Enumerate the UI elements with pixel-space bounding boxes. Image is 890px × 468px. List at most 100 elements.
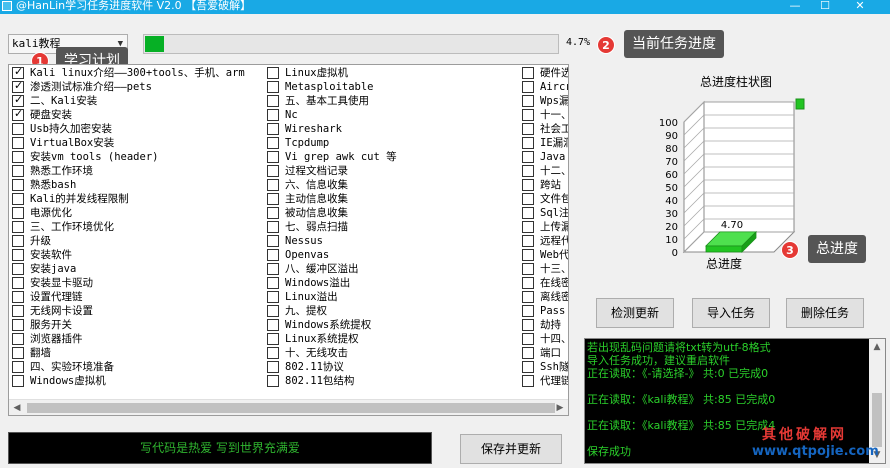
task-checkbox[interactable] [12,263,24,275]
task-checkbox[interactable] [267,375,279,387]
task-checkbox[interactable] [522,95,534,107]
task-checkbox[interactable] [12,123,24,135]
task-checkbox[interactable] [267,207,279,219]
task-checkbox[interactable] [522,347,534,359]
task-checkbox[interactable] [12,291,24,303]
task-checkbox[interactable] [12,347,24,359]
task-checkbox[interactable] [522,333,534,345]
task-checkbox[interactable] [12,93,24,107]
chart-data-label: 4.70 [721,220,743,231]
task-checkbox[interactable] [267,123,279,135]
task-checkbox[interactable] [522,375,534,387]
task-checkbox[interactable] [12,277,24,289]
task-checkbox[interactable] [12,235,24,247]
chart-y-tick-label: 0 [672,248,678,259]
task-checkbox[interactable] [12,207,24,219]
task-label: 安装软件 [30,249,72,261]
minimize-button[interactable]: — [780,0,810,14]
horizontal-scrollbar[interactable]: ◀ ▶ [9,399,568,415]
task-checkbox[interactable] [267,235,279,247]
task-checkbox[interactable] [267,221,279,233]
task-checkbox[interactable] [267,319,279,331]
task-checkbox[interactable] [267,277,279,289]
scroll-right-icon[interactable]: ▶ [552,400,568,415]
task-checkbox[interactable] [522,151,534,163]
task-checkbox[interactable] [522,207,534,219]
task-checkbox[interactable] [522,67,534,79]
task-label: Metasploitable [285,81,374,93]
task-checkbox[interactable] [522,165,534,177]
task-checkbox[interactable] [522,263,534,275]
task-checkbox[interactable] [267,193,279,205]
task-checkbox[interactable] [267,137,279,149]
task-checkbox[interactable] [267,95,279,107]
task-checkbox[interactable] [12,333,24,345]
task-checkbox[interactable] [522,109,534,121]
task-checkbox[interactable] [12,319,24,331]
task-progress-bar [143,34,559,54]
task-checkbox[interactable] [522,291,534,303]
save-refresh-button[interactable]: 保存并更新 [460,434,562,464]
task-checkbox[interactable] [267,81,279,93]
close-button[interactable]: ✕ [845,0,875,14]
task-checkbox[interactable] [267,291,279,303]
callout-2-number: 2 [597,36,615,54]
task-checkbox[interactable] [522,137,534,149]
task-checkbox[interactable] [12,221,24,233]
chart-y-tick-label: 80 [665,144,678,155]
task-checkbox[interactable] [267,333,279,345]
import-tasks-button[interactable]: 导入任务 [692,298,770,328]
task-checkbox[interactable] [522,235,534,247]
task-checkbox[interactable] [522,319,534,331]
task-checkbox[interactable] [267,67,279,79]
task-checkbox[interactable] [12,361,24,373]
log-line: 若出现乱码问题请将txt转为utf-8格式 [587,341,771,354]
task-checkbox[interactable] [12,165,24,177]
scroll-up-icon[interactable]: ▲ [869,339,885,355]
task-checkbox[interactable] [12,193,24,205]
task-checkbox[interactable] [12,151,24,163]
task-checkbox[interactable] [267,263,279,275]
chart-y-tick-label: 50 [665,183,678,194]
task-checkbox[interactable] [522,81,534,93]
app-icon [2,1,12,11]
task-checkbox[interactable] [12,249,24,261]
task-checkbox[interactable] [267,179,279,191]
task-checkbox[interactable] [522,305,534,317]
scrollbar-thumb[interactable] [27,403,555,413]
scroll-left-icon[interactable]: ◀ [9,400,25,415]
task-checkbox[interactable] [522,123,534,135]
task-checkbox[interactable] [12,305,24,317]
task-label: 主动信息收集 [285,193,348,205]
task-checkbox[interactable] [522,221,534,233]
task-checkbox[interactable] [267,361,279,373]
chart-y-tick-label: 90 [665,131,678,142]
maximize-button[interactable]: ☐ [810,0,840,14]
task-checkbox[interactable] [12,137,24,149]
task-checkbox[interactable] [267,109,279,121]
task-checkbox[interactable] [267,151,279,163]
task-checkbox[interactable] [522,361,534,373]
delete-tasks-button[interactable]: 删除任务 [786,298,864,328]
task-label: 四、实验环境准备 [30,361,114,373]
task-checkbox[interactable] [12,375,24,387]
task-label: Nc [285,109,298,121]
task-checkbox[interactable] [267,305,279,317]
check-update-button[interactable]: 检测更新 [596,298,674,328]
task-label: Linux系统提权 [285,333,359,345]
task-checkbox[interactable] [522,193,534,205]
task-checkbox[interactable] [267,165,279,177]
task-checkbox[interactable] [12,107,24,121]
task-checkbox[interactable] [267,347,279,359]
task-checkbox[interactable] [267,249,279,261]
task-checkbox[interactable] [12,65,24,79]
task-label: 五、基本工具使用 [285,95,369,107]
task-checkbox[interactable] [12,79,24,93]
watermark-url: www.qtpojie.com [752,444,879,459]
task-label: 硬盘安装 [30,109,72,121]
task-checkbox[interactable] [522,179,534,191]
log-line: 保存成功 [587,445,631,458]
task-checkbox[interactable] [522,277,534,289]
task-checkbox[interactable] [12,179,24,191]
task-checkbox[interactable] [522,249,534,261]
